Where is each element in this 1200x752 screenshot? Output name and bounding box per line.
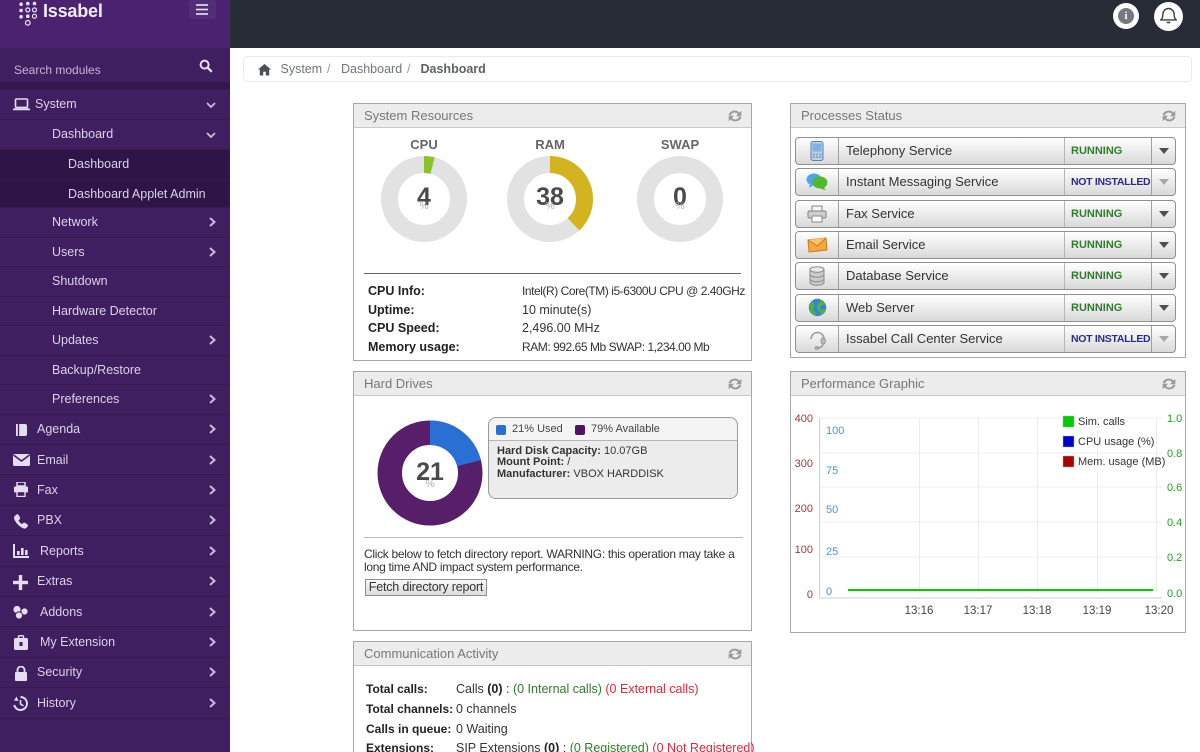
svg-text:0: 0 <box>826 586 832 598</box>
svg-text:50: 50 <box>826 504 838 516</box>
svg-text:0.6: 0.6 <box>1167 482 1182 494</box>
svg-text:13:20: 13:20 <box>1145 605 1174 617</box>
svg-text:13:17: 13:17 <box>964 605 993 617</box>
svg-text:1.0: 1.0 <box>1167 413 1182 425</box>
svg-text:300: 300 <box>795 458 813 470</box>
svg-text:CPU usage (%): CPU usage (%) <box>1078 436 1154 448</box>
svg-text:0: 0 <box>807 589 813 601</box>
svg-text:13:18: 13:18 <box>1023 605 1052 617</box>
svg-text:Mem. usage (MB): Mem. usage (MB) <box>1078 456 1165 468</box>
svg-text:400: 400 <box>795 413 813 425</box>
svg-text:75: 75 <box>826 465 838 477</box>
svg-text:13:19: 13:19 <box>1083 605 1112 617</box>
svg-text:0.2: 0.2 <box>1167 552 1182 564</box>
svg-text:100: 100 <box>795 544 813 556</box>
svg-text:0.4: 0.4 <box>1167 517 1182 529</box>
svg-text:0.8: 0.8 <box>1167 448 1182 460</box>
svg-text:0.0: 0.0 <box>1167 588 1182 600</box>
svg-text:25: 25 <box>826 546 838 558</box>
svg-text:13:16: 13:16 <box>905 605 934 617</box>
svg-text:100: 100 <box>826 425 844 437</box>
svg-text:Sim. calls: Sim. calls <box>1078 416 1126 428</box>
svg-text:200: 200 <box>795 503 813 515</box>
